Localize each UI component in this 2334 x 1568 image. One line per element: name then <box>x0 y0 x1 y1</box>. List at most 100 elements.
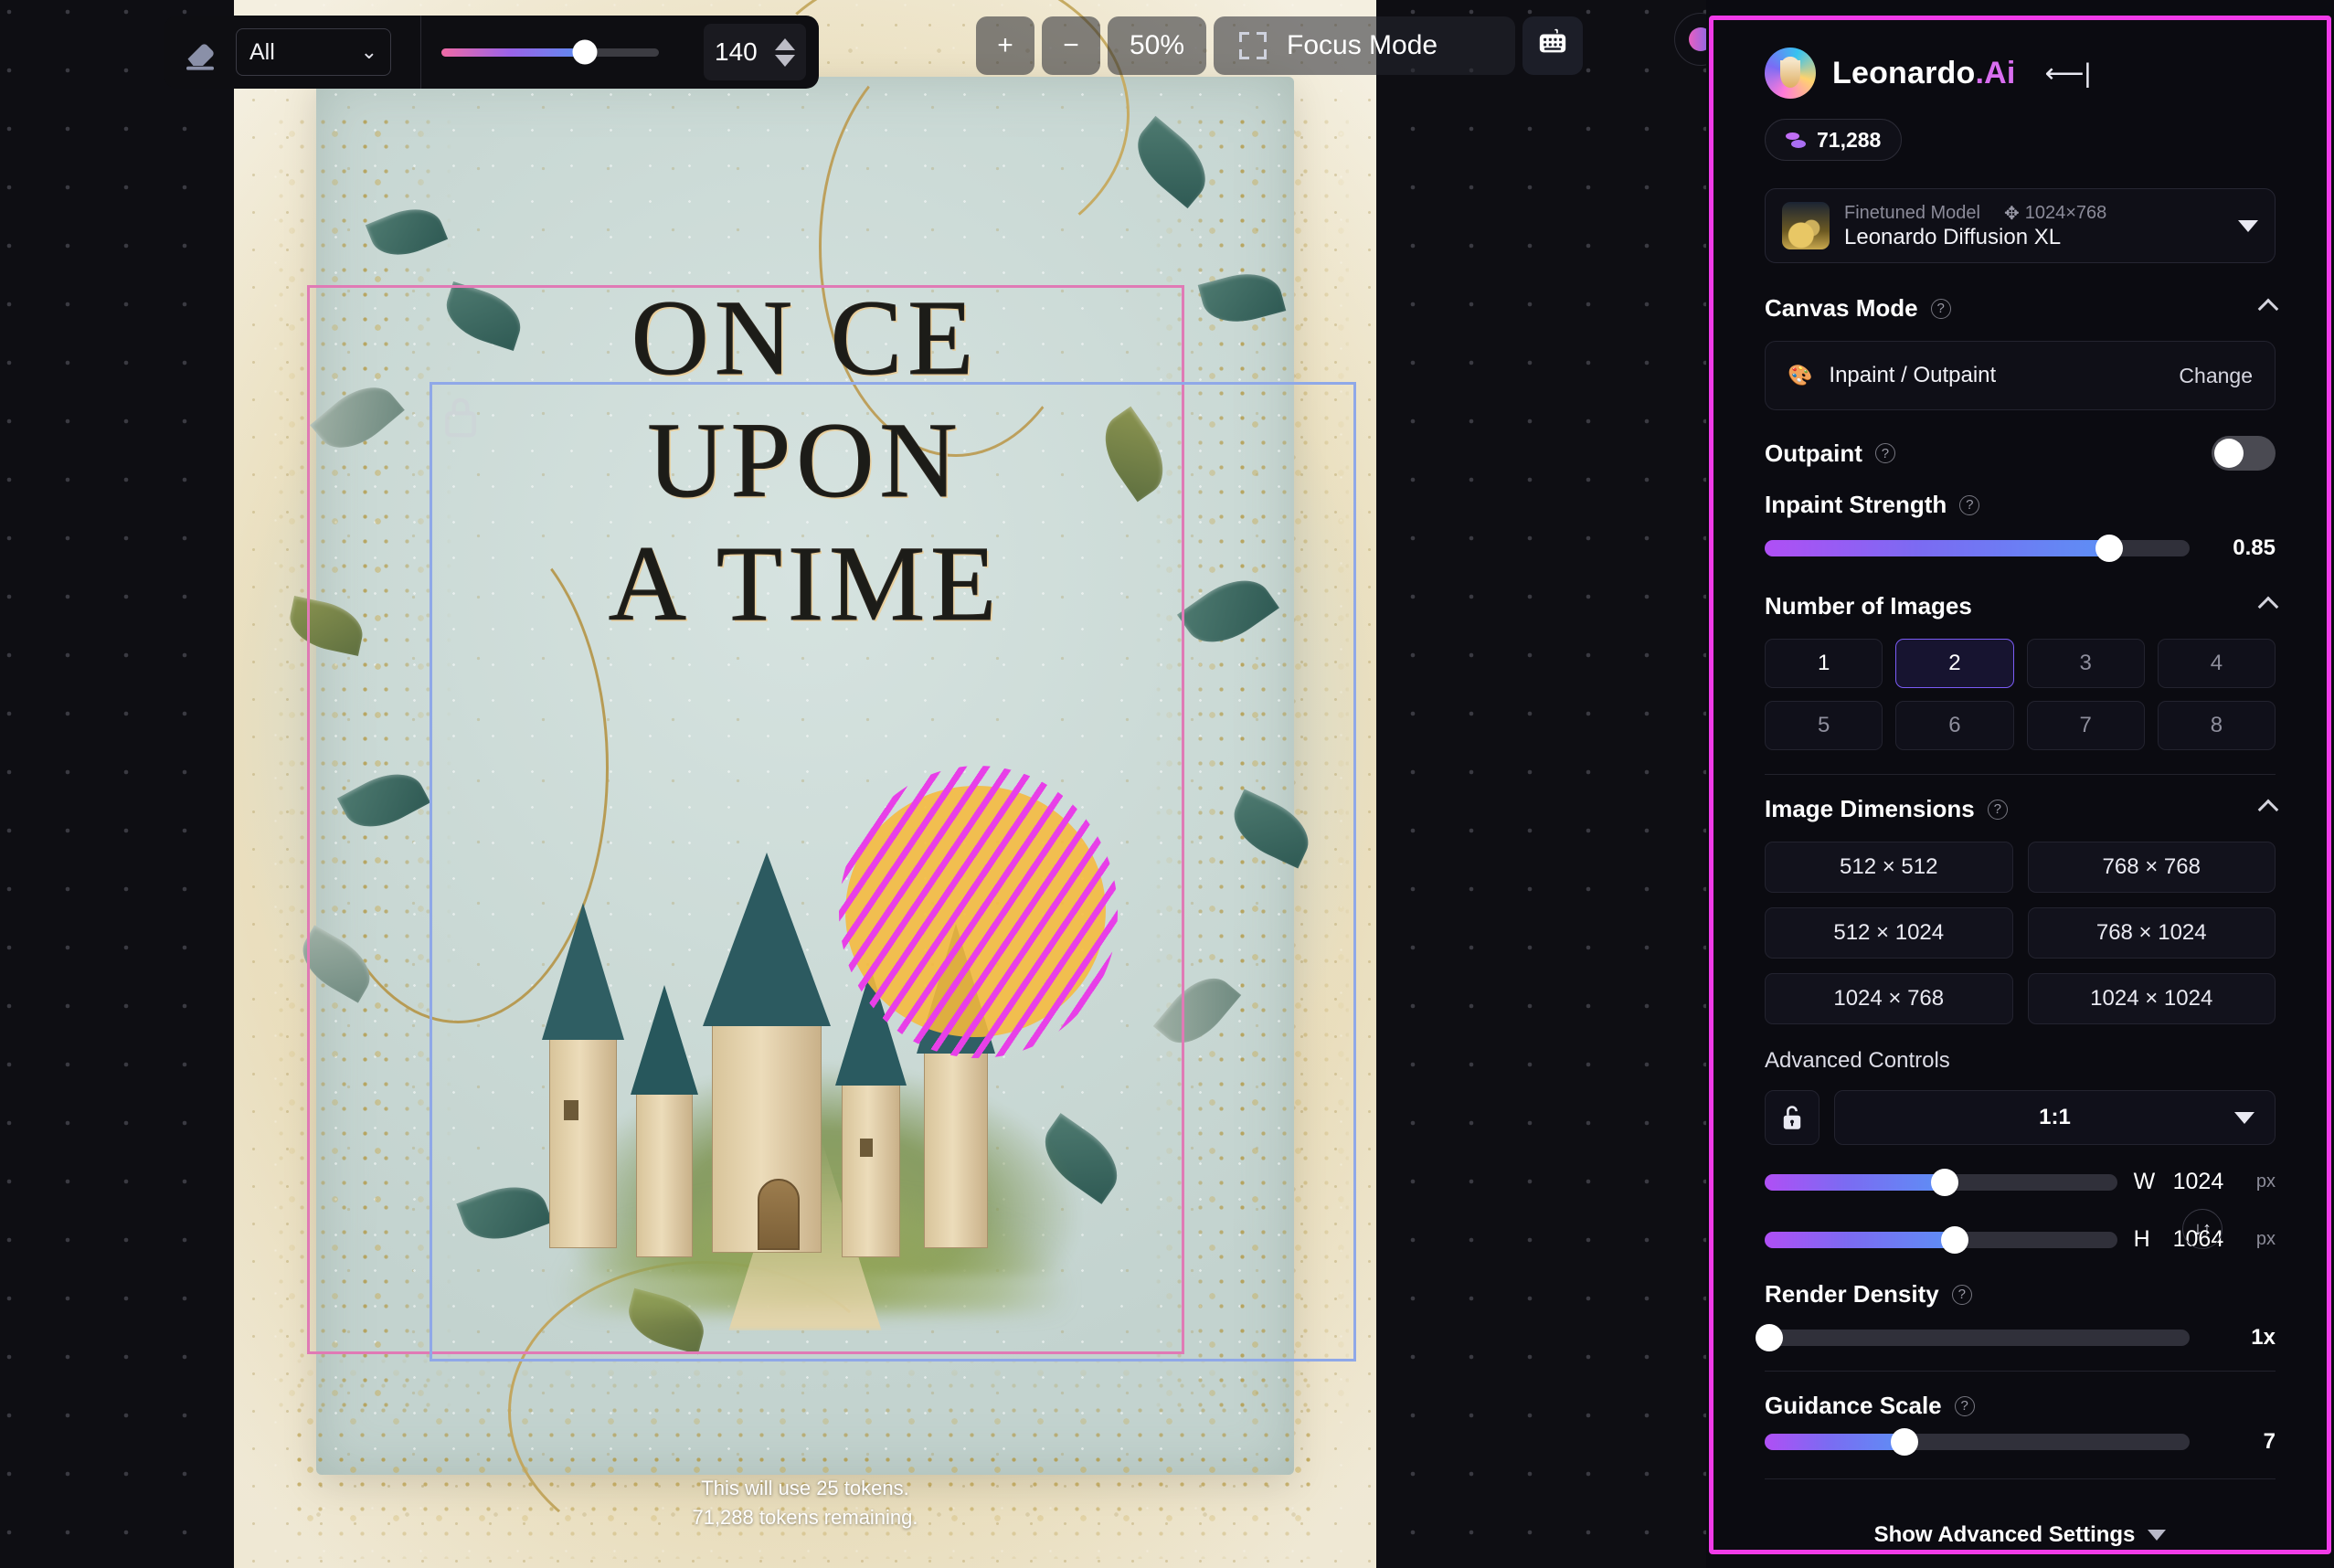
image-count-option-5[interactable]: 5 <box>1765 701 1883 750</box>
guidance-scale-slider[interactable]: 7 <box>1765 1429 2276 1455</box>
dimension-preset-1024x1024[interactable]: 1024 × 1024 <box>2028 973 2276 1024</box>
image-count-option-6[interactable]: 6 <box>1895 701 2013 750</box>
brush-size-slider[interactable] <box>421 48 704 57</box>
question-icon[interactable]: ? <box>1875 443 1895 463</box>
height-slider-track[interactable] <box>1765 1232 2117 1248</box>
zoom-level-display[interactable]: 50% <box>1108 16 1206 75</box>
question-icon[interactable]: ? <box>1955 1396 1975 1416</box>
right-settings-sidebar: Leonardo.Ai ⟵| 71,288 Finetuned Model ✥ <box>1706 0 2334 1568</box>
render-density-track[interactable] <box>1765 1330 2190 1346</box>
image-count-option-4[interactable]: 4 <box>2158 639 2276 688</box>
model-selector[interactable]: Finetuned Model ✥ 1024×768 Leonardo Diff… <box>1765 188 2276 263</box>
spinner-down-icon[interactable] <box>775 55 795 67</box>
model-kind-label: Finetuned Model <box>1844 203 1980 224</box>
collapse-left-icon[interactable]: ⟵| <box>2045 58 2092 90</box>
artwork-title-line-1: ON CE <box>234 283 1376 393</box>
sidebar-scroll-container[interactable]: Leonardo.Ai ⟵| 71,288 Finetuned Model ✥ <box>1713 20 2327 1550</box>
zoom-toolbar: + − 50% Focus Mode <box>976 16 1583 75</box>
expand-icon <box>1239 32 1267 59</box>
swap-vertical-icon[interactable]: ↓↑ <box>2182 1209 2223 1249</box>
minus-icon: − <box>1063 30 1079 61</box>
canvas-mode-section-header: Canvas Mode ? <box>1765 294 2276 323</box>
artwork-title-line-3: A TIME <box>234 529 1376 639</box>
canvas-mode-change-button[interactable]: Change <box>2179 364 2253 388</box>
image-dimension-presets: 512 × 512 768 × 768 512 × 1024 768 × 102… <box>1765 842 2276 1024</box>
canvas-mode-card[interactable]: 🎨 Inpaint / Outpaint Change <box>1765 341 2276 410</box>
collapse-section-icon[interactable] <box>2258 298 2279 319</box>
guidance-scale-handle[interactable] <box>1891 1428 1918 1456</box>
width-slider-handle[interactable] <box>1931 1169 1958 1196</box>
chevron-down-icon[interactable] <box>2234 1112 2254 1124</box>
chevron-down-icon <box>2148 1530 2166 1541</box>
aspect-ratio-select[interactable]: 1:1 <box>1834 1090 2276 1145</box>
question-icon[interactable]: ? <box>1959 495 1979 515</box>
zoom-in-button[interactable]: + <box>976 16 1034 75</box>
show-advanced-settings-button[interactable]: Show Advanced Settings <box>1706 1522 2334 1548</box>
inpaint-strength-handle[interactable] <box>2095 535 2123 562</box>
dimension-preset-512x512[interactable]: 512 × 512 <box>1765 842 2013 893</box>
dimension-preset-768x768[interactable]: 768 × 768 <box>2028 842 2276 893</box>
section-divider <box>1765 1478 2276 1479</box>
render-density-handle[interactable] <box>1756 1324 1783 1351</box>
brush-size-spinner[interactable] <box>775 38 795 67</box>
guidance-scale-fill <box>1765 1434 1904 1450</box>
focus-mode-label: Focus Mode <box>1287 30 1438 61</box>
brush-size-track[interactable] <box>441 48 659 57</box>
token-usage-note: This will use 25 tokens. 71,288 tokens r… <box>234 1477 1376 1530</box>
canvas-mode-title: Canvas Mode <box>1765 294 1918 323</box>
question-icon[interactable]: ? <box>1952 1285 1972 1305</box>
dimension-preset-512x1024[interactable]: 512 × 1024 <box>1765 907 2013 959</box>
question-icon[interactable]: ? <box>1988 800 2008 820</box>
guidance-scale-track[interactable] <box>1765 1434 2190 1450</box>
width-value[interactable]: 1024 <box>2173 1169 2240 1195</box>
brush-size-handle[interactable] <box>573 40 598 65</box>
render-density-slider[interactable]: 1x <box>1765 1325 2276 1351</box>
dimension-preset-768x1024[interactable]: 768 × 1024 <box>2028 907 2276 959</box>
collapse-section-icon[interactable] <box>2258 596 2279 617</box>
model-thumbnail <box>1782 202 1830 249</box>
inpaint-strength-header: Inpaint Strength ? <box>1765 491 2276 519</box>
width-unit: px <box>2256 1171 2276 1192</box>
number-of-images-header: Number of Images <box>1765 592 2276 620</box>
castle-roof <box>542 903 624 1040</box>
question-icon[interactable]: ? <box>1931 299 1951 319</box>
focus-mode-button[interactable]: Focus Mode <box>1214 16 1515 75</box>
image-count-option-8[interactable]: 8 <box>2158 701 2276 750</box>
inpaint-strength-track[interactable] <box>1765 540 2190 556</box>
spinner-up-icon[interactable] <box>775 38 795 50</box>
unlock-icon[interactable] <box>1765 1090 1819 1145</box>
castle-roof <box>703 853 831 1026</box>
chevron-down-icon[interactable] <box>2238 220 2258 232</box>
brush-toolbar: All ⌄ 140 <box>164 16 819 89</box>
image-count-option-1[interactable]: 1 <box>1765 639 1883 688</box>
render-density-value: 1x <box>2210 1325 2276 1351</box>
eraser-icon[interactable] <box>164 16 236 89</box>
generated-artwork[interactable]: ON CE UPON A TIME <box>234 0 1376 1568</box>
image-count-option-3[interactable]: 3 <box>2027 639 2145 688</box>
width-slider-track[interactable] <box>1765 1174 2117 1191</box>
image-count-option-7[interactable]: 7 <box>2027 701 2145 750</box>
coins-icon <box>1786 130 1806 150</box>
image-dimensions-title: Image Dimensions <box>1765 795 1975 823</box>
collapse-section-icon[interactable] <box>2258 799 2279 820</box>
inpaint-strength-slider[interactable]: 0.85 <box>1765 535 2276 561</box>
advanced-controls-label: Advanced Controls <box>1765 1048 2276 1074</box>
model-resolution: ✥ 1024×768 <box>2004 202 2106 225</box>
image-count-option-2[interactable]: 2 <box>1895 639 2013 688</box>
token-balance-pill[interactable]: 71,288 <box>1765 119 1902 161</box>
zoom-out-button[interactable]: − <box>1042 16 1100 75</box>
dimension-preset-1024x768[interactable]: 1024 × 768 <box>1765 973 2013 1024</box>
keyboard-shortcuts-button[interactable] <box>1522 16 1583 75</box>
height-slider-handle[interactable] <box>1941 1226 1968 1254</box>
inpaint-mask-stripes[interactable] <box>839 766 1118 1058</box>
number-of-images-grid: 1 2 3 4 5 6 7 8 <box>1765 639 2276 750</box>
inpaint-strength-label: Inpaint Strength <box>1765 491 1947 519</box>
brush-size-stepper[interactable]: 140 <box>704 24 806 80</box>
canvas-workspace[interactable]: ON CE UPON A TIME <box>0 0 1706 1568</box>
render-density-label: Render Density <box>1765 1280 1939 1308</box>
castle-door <box>758 1179 800 1250</box>
brush-layer-select[interactable]: All ⌄ <box>236 28 391 76</box>
outpaint-toggle[interactable] <box>2212 436 2276 471</box>
keyboard-icon <box>1535 26 1570 65</box>
section-divider <box>1765 1371 2276 1372</box>
